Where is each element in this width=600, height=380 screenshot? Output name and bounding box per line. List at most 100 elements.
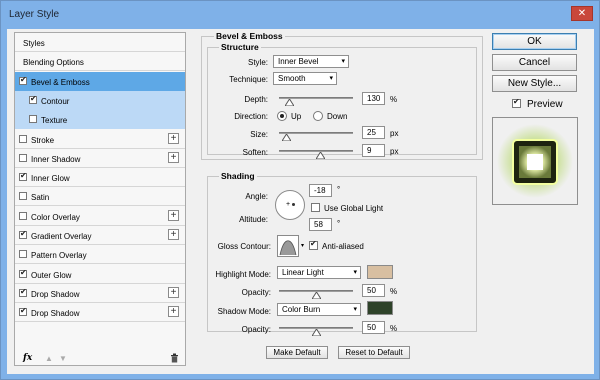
angle-dial[interactable]: + bbox=[275, 190, 305, 220]
highlight-opacity-input[interactable]: 50 bbox=[362, 284, 385, 297]
style-preview bbox=[492, 117, 578, 205]
style-enable-checkbox[interactable] bbox=[19, 153, 27, 162]
highlight-mode-value: Linear Light bbox=[282, 268, 324, 277]
direction-down-radio[interactable] bbox=[313, 111, 323, 121]
chevron-down-icon[interactable]: ▾ bbox=[301, 242, 304, 249]
style-list-item[interactable]: Inner Shadow + bbox=[15, 149, 185, 168]
soften-label: Soften: bbox=[242, 148, 268, 157]
style-enable-checkbox[interactable] bbox=[29, 115, 37, 124]
preview-label: Preview bbox=[527, 99, 563, 110]
direction-down-label: Down bbox=[327, 112, 348, 121]
depth-slider-thumb[interactable] bbox=[284, 99, 294, 106]
style-list-item[interactable]: Drop Shadow + bbox=[15, 303, 185, 323]
angle-dial-cross: + bbox=[286, 201, 291, 208]
chevron-down-icon: ▾ bbox=[353, 269, 357, 276]
style-list-item-label: Contour bbox=[41, 96, 70, 106]
style-list-item[interactable]: Texture bbox=[15, 110, 185, 130]
shadow-opacity-input[interactable]: 50 bbox=[362, 321, 385, 334]
altitude-input[interactable]: 58 bbox=[309, 218, 332, 231]
style-select-value: Inner Bevel bbox=[278, 57, 319, 66]
style-list-item[interactable]: Contour bbox=[15, 90, 185, 110]
style-list-item-label: Drop Shadow bbox=[31, 289, 80, 299]
shadow-color-swatch[interactable] bbox=[367, 301, 393, 315]
shadow-opacity-unit: % bbox=[390, 324, 398, 333]
add-effect-button[interactable]: + bbox=[168, 132, 179, 144]
style-enable-checkbox[interactable] bbox=[19, 268, 27, 278]
angle-unit: ° bbox=[337, 185, 341, 194]
style-list-item[interactable]: Stroke + bbox=[15, 130, 185, 149]
style-list-item-label: Texture bbox=[41, 116, 68, 126]
style-enable-checkbox[interactable] bbox=[19, 250, 27, 259]
preview-checkbox[interactable] bbox=[512, 97, 521, 108]
add-effect-button[interactable]: + bbox=[168, 306, 179, 318]
style-enable-checkbox[interactable] bbox=[19, 192, 27, 201]
reset-to-default-button[interactable]: Reset to Default bbox=[338, 346, 410, 359]
style-enable-checkbox[interactable] bbox=[19, 171, 27, 182]
shadow-opacity-slider-thumb[interactable] bbox=[312, 329, 321, 336]
add-effect-button[interactable]: + bbox=[168, 229, 179, 240]
new-style-button[interactable]: New Style... bbox=[492, 75, 577, 92]
highlight-color-swatch[interactable] bbox=[367, 265, 393, 279]
style-list-item[interactable]: Blending Options bbox=[15, 52, 185, 72]
style-enable-checkbox[interactable] bbox=[19, 306, 27, 317]
style-list-item[interactable]: Gradient Overlay + bbox=[15, 226, 185, 245]
shadow-mode-label: Shadow Mode: bbox=[217, 307, 271, 316]
chevron-down-icon: ▾ bbox=[353, 306, 357, 313]
bevel-emboss-title: Bevel & Emboss bbox=[214, 31, 285, 41]
style-list-item-label: Pattern Overlay bbox=[31, 251, 87, 261]
angle-input[interactable]: -18 bbox=[309, 184, 332, 197]
cancel-button[interactable]: Cancel bbox=[492, 54, 577, 71]
gloss-contour-thumbnail[interactable] bbox=[277, 235, 299, 257]
angle-label: Angle: bbox=[245, 192, 268, 201]
style-list-item[interactable]: Inner Glow bbox=[15, 168, 185, 188]
style-enable-checkbox[interactable] bbox=[19, 75, 27, 85]
style-list-item[interactable]: Bevel & Emboss bbox=[15, 71, 185, 91]
style-list-item-label: Blending Options bbox=[23, 58, 84, 68]
size-input[interactable]: 25 bbox=[362, 126, 385, 139]
soften-input[interactable]: 9 bbox=[362, 144, 385, 157]
depth-input[interactable]: 130 bbox=[362, 92, 385, 105]
style-list-item[interactable]: Color Overlay + bbox=[15, 207, 185, 226]
anti-aliased-checkbox[interactable] bbox=[309, 239, 318, 250]
direction-up-radio[interactable] bbox=[277, 111, 287, 121]
highlight-mode-select[interactable]: Linear Light ▾ bbox=[277, 266, 361, 279]
chevron-down-icon: ▾ bbox=[329, 75, 333, 82]
styles-list: Styles Blending Options Bevel & Emboss Cont… bbox=[14, 32, 186, 366]
trash-icon[interactable] bbox=[170, 353, 179, 365]
direction-up-label: Up bbox=[291, 112, 302, 121]
styles-list-footer: fx ▲ ▼ bbox=[15, 352, 185, 366]
ok-button[interactable]: OK bbox=[492, 33, 577, 50]
add-effect-button[interactable]: + bbox=[168, 151, 179, 163]
style-list-item[interactable]: Drop Shadow + bbox=[15, 284, 185, 303]
move-up-icon[interactable]: ▲ bbox=[45, 354, 53, 363]
technique-select[interactable]: Smooth ▾ bbox=[273, 72, 337, 85]
fx-menu-button[interactable]: fx bbox=[23, 353, 32, 363]
style-list-item[interactable]: Styles bbox=[15, 33, 185, 52]
style-list-item[interactable]: Satin bbox=[15, 187, 185, 207]
title-bar[interactable]: Layer Style ✕ bbox=[1, 1, 599, 29]
make-default-button[interactable]: Make Default bbox=[266, 346, 328, 359]
style-select[interactable]: Inner Bevel ▾ bbox=[273, 55, 349, 68]
style-enable-checkbox[interactable] bbox=[19, 229, 27, 239]
shadow-opacity-label: Opacity: bbox=[241, 325, 271, 334]
style-enable-checkbox[interactable] bbox=[19, 211, 27, 220]
style-list-item[interactable]: Outer Glow bbox=[15, 265, 185, 284]
style-list-item-label: Bevel & Emboss bbox=[31, 77, 90, 87]
highlight-opacity-slider-thumb[interactable] bbox=[312, 292, 321, 299]
style-enable-checkbox[interactable] bbox=[19, 287, 27, 297]
move-down-icon[interactable]: ▼ bbox=[59, 354, 67, 363]
style-enable-checkbox[interactable] bbox=[29, 94, 37, 104]
shadow-mode-select[interactable]: Color Burn ▾ bbox=[277, 303, 361, 316]
style-list-item[interactable]: Pattern Overlay bbox=[15, 245, 185, 265]
global-light-label: Use Global Light bbox=[324, 204, 384, 213]
soften-slider-thumb[interactable] bbox=[315, 152, 325, 159]
depth-unit: % bbox=[390, 95, 398, 104]
style-enable-checkbox[interactable] bbox=[19, 134, 27, 143]
style-list-item-label: Color Overlay bbox=[31, 212, 80, 222]
close-button[interactable]: ✕ bbox=[571, 6, 593, 21]
size-slider-thumb[interactable] bbox=[282, 134, 292, 141]
style-list-item-label: Satin bbox=[31, 193, 50, 203]
add-effect-button[interactable]: + bbox=[168, 209, 179, 221]
add-effect-button[interactable]: + bbox=[168, 286, 179, 298]
global-light-checkbox[interactable] bbox=[311, 203, 320, 212]
